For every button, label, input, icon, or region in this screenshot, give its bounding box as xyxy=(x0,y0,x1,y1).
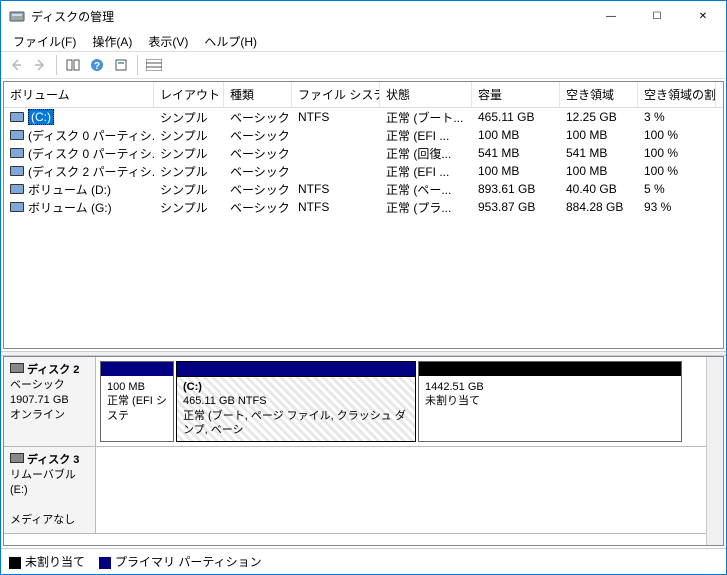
disk-icon xyxy=(10,453,24,463)
col-freepct[interactable]: 空き領域の割... xyxy=(638,82,716,107)
panes-button[interactable] xyxy=(62,54,84,76)
volume-icon xyxy=(10,166,24,176)
maximize-button[interactable]: ☐ xyxy=(634,1,680,31)
menubar: ファイル(F) 操作(A) 表示(V) ヘルプ(H) xyxy=(1,31,726,51)
volume-icon xyxy=(10,184,24,194)
partition-stripe xyxy=(419,362,681,376)
volume-icon xyxy=(10,130,24,140)
close-button[interactable]: ✕ xyxy=(680,1,726,31)
partition[interactable]: 100 MB正常 (EFI システ xyxy=(100,361,174,442)
disk-row: ディスク 3リムーバブル (E:)メディアなし xyxy=(4,447,706,534)
table-row[interactable]: (ディスク 2 パーティシ...シンプルベーシック正常 (EFI ...100 … xyxy=(4,162,723,180)
volume-name: ボリューム (D:) xyxy=(28,181,111,198)
svg-text:?: ? xyxy=(94,61,100,72)
swatch-unallocated-icon xyxy=(9,557,21,569)
volume-icon xyxy=(10,112,24,122)
volume-name: (C:) xyxy=(28,109,54,125)
col-capacity[interactable]: 容量 xyxy=(472,82,560,107)
help-icon[interactable]: ? xyxy=(86,54,108,76)
table-row[interactable]: ボリューム (D:)シンプルベーシックNTFS正常 (ペー...893.61 G… xyxy=(4,180,723,198)
col-volume[interactable]: ボリューム xyxy=(4,82,154,107)
disk-partitions xyxy=(96,447,706,533)
volume-name: (ディスク 0 パーティシ... xyxy=(28,145,154,162)
disk-label[interactable]: ディスク 3リムーバブル (E:)メディアなし xyxy=(4,447,96,533)
refresh-button[interactable] xyxy=(110,54,132,76)
toolbar-separator xyxy=(137,55,138,75)
col-filesystem[interactable]: ファイル システム xyxy=(292,82,380,107)
volume-icon xyxy=(10,148,24,158)
toolbar: ? xyxy=(1,51,726,79)
list-header: ボリューム レイアウト 種類 ファイル システム 状態 容量 空き領域 空き領域… xyxy=(4,82,723,108)
partition-body: 1442.51 GB未割り当て xyxy=(419,376,681,413)
window-controls: — ☐ ✕ xyxy=(588,1,726,31)
back-button[interactable] xyxy=(5,54,27,76)
col-status[interactable]: 状態 xyxy=(380,82,472,107)
disk-partitions: 100 MB正常 (EFI システ(C:)465.11 GB NTFS正常 (ブ… xyxy=(96,357,706,446)
partition-body: 100 MB正常 (EFI システ xyxy=(101,376,173,427)
table-row[interactable]: (ディスク 0 パーティシ...シンプルベーシック正常 (回復...541 MB… xyxy=(4,144,723,162)
legend-primary: プライマリ パーティション xyxy=(99,553,262,570)
list-button[interactable] xyxy=(143,54,165,76)
swatch-primary-icon xyxy=(99,557,111,569)
disk-graphic-pane: ディスク 2ベーシック1907.71 GBオンライン100 MB正常 (EFI … xyxy=(3,356,724,546)
partition-stripe xyxy=(101,362,173,376)
table-row[interactable]: ボリューム (G:)シンプルベーシックNTFS正常 (プラ...953.87 G… xyxy=(4,198,723,216)
minimize-button[interactable]: — xyxy=(588,1,634,31)
app-icon xyxy=(9,8,25,24)
disk-label[interactable]: ディスク 2ベーシック1907.71 GBオンライン xyxy=(4,357,96,446)
menu-file[interactable]: ファイル(F) xyxy=(5,31,84,52)
partition-stripe xyxy=(177,362,415,376)
vertical-scrollbar[interactable] xyxy=(706,357,723,545)
partition[interactable]: (C:)465.11 GB NTFS正常 (ブート, ページ ファイル, クラッ… xyxy=(176,361,416,442)
volume-icon xyxy=(10,202,24,212)
toolbar-separator xyxy=(56,55,57,75)
disk-row: ディスク 2ベーシック1907.71 GBオンライン100 MB正常 (EFI … xyxy=(4,357,706,447)
menu-action[interactable]: 操作(A) xyxy=(84,31,140,52)
disk-icon xyxy=(10,363,24,373)
partition[interactable]: 1442.51 GB未割り当て xyxy=(418,361,682,442)
legend: 未割り当て プライマリ パーティション xyxy=(1,548,726,574)
col-type[interactable]: 種類 xyxy=(224,82,292,107)
disk-graphic-scroll[interactable]: ディスク 2ベーシック1907.71 GBオンライン100 MB正常 (EFI … xyxy=(4,357,706,545)
volume-name: ボリューム (G:) xyxy=(28,199,112,216)
titlebar: ディスクの管理 — ☐ ✕ xyxy=(1,1,726,31)
volume-name: (ディスク 2 パーティシ... xyxy=(28,163,154,180)
window-title: ディスクの管理 xyxy=(31,8,588,25)
partition-body: (C:)465.11 GB NTFS正常 (ブート, ページ ファイル, クラッ… xyxy=(177,376,415,441)
col-layout[interactable]: レイアウト xyxy=(154,82,224,107)
list-body[interactable]: (C:)シンプルベーシックNTFS正常 (ブート...465.11 GB12.2… xyxy=(4,108,723,348)
col-free[interactable]: 空き領域 xyxy=(560,82,638,107)
forward-button[interactable] xyxy=(29,54,51,76)
legend-unallocated: 未割り当て xyxy=(9,553,85,570)
volume-name: (ディスク 0 パーティシ... xyxy=(28,127,154,144)
menu-help[interactable]: ヘルプ(H) xyxy=(196,31,265,52)
volume-list[interactable]: ボリューム レイアウト 種類 ファイル システム 状態 容量 空き領域 空き領域… xyxy=(3,81,724,349)
table-row[interactable]: (C:)シンプルベーシックNTFS正常 (ブート...465.11 GB12.2… xyxy=(4,108,723,126)
table-row[interactable]: (ディスク 0 パーティシ...シンプルベーシック正常 (EFI ...100 … xyxy=(4,126,723,144)
menu-view[interactable]: 表示(V) xyxy=(140,31,196,52)
